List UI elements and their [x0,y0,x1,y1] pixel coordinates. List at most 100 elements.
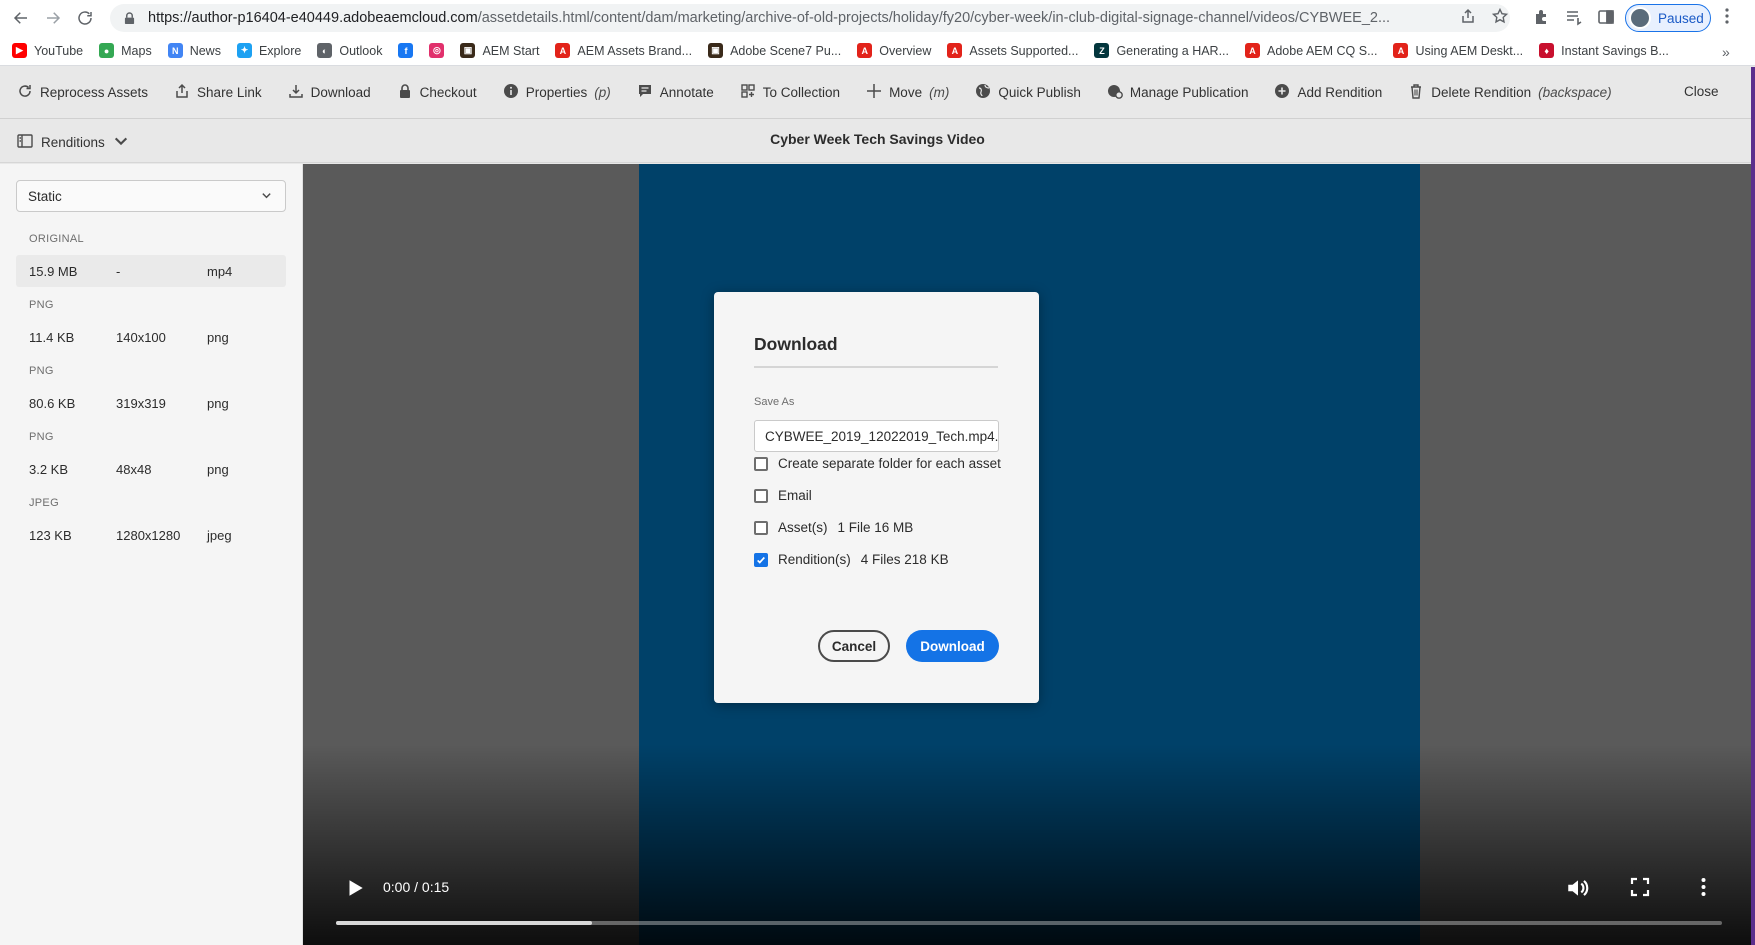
bookmark-item[interactable]: ◐ Outlook [317,43,382,58]
rendition-row[interactable]: 15.9 MB - mp4 [16,255,286,287]
rendition-row[interactable]: 80.6 KB 319x319 png [16,387,286,419]
adobe-icon: A [1393,43,1409,58]
refresh-icon [17,83,33,102]
back-icon[interactable] [5,2,37,34]
rendition-row[interactable]: 11.4 KB 140x100 png [16,321,286,353]
reprocess-assets-action[interactable]: Reprocess Assets [17,83,148,102]
action-label: Add Rendition [1297,85,1383,100]
forward-icon[interactable] [37,2,69,34]
address-bar[interactable]: https://author-p16404-e40449.adobeaemclo… [110,4,1510,32]
bookmark-item[interactable]: A AEM Assets Brand... [555,43,692,58]
save-as-input[interactable]: CYBWEE_2019_12022019_Tech.mp4.... [754,420,999,452]
share-link-action[interactable]: Share Link [174,83,262,102]
check-icon [757,556,765,564]
download-option[interactable]: Email [754,488,812,503]
aem-icon: ▣ [708,43,724,58]
bookmarks-overflow-icon[interactable]: » [1722,44,1730,60]
rendition-group-label: PNG [29,365,54,377]
bookmark-label: Generating a HAR... [1116,43,1230,58]
action-bar: Reprocess Assets Share Link Download Checko… [0,67,1755,119]
rendition-row[interactable]: 123 KB 1280x1280 jpeg [16,519,286,551]
bookmark-item[interactable]: f [398,43,414,58]
checkbox[interactable] [754,456,768,471]
bookmark-item[interactable]: ▣ AEM Start [460,43,539,58]
to-collection-action[interactable]: To Collection [740,83,840,102]
option-label: Asset(s) [778,520,828,535]
bookmark-label: Outlook [339,43,383,58]
rendition-group-label: PNG [29,431,54,443]
twitter-icon: ✦ [236,43,252,58]
download-button[interactable]: Download [906,630,999,662]
annotate-action[interactable]: Annotate [637,83,714,102]
bookmark-label: Using AEM Deskt... [1415,43,1524,58]
action-label: Move [889,85,923,100]
bookmark-label: YouTube [34,43,84,58]
bookmark-item[interactable]: ▶ YouTube [12,43,83,58]
rendition-dims: 48x48 [116,461,152,477]
play-icon[interactable] [344,877,366,902]
reload-icon[interactable] [69,2,101,34]
bookmark-item[interactable]: ◎ [429,43,445,58]
add-rendition-action[interactable]: Add Rendition [1274,83,1382,102]
checkbox[interactable] [754,552,768,567]
bookmark-label: Maps [121,43,152,58]
move-action[interactable]: Move (m) [866,83,949,102]
bookmark-item[interactable]: A Using AEM Deskt... [1393,43,1523,58]
browser-menu-icon[interactable] [1725,8,1729,27]
action-label: To Collection [762,85,841,100]
cancel-button[interactable]: Cancel [818,630,890,662]
bookmark-item[interactable]: A Overview [857,43,931,58]
action-label: Properties [525,85,588,100]
download-action[interactable]: Download [288,83,371,102]
delete-rendition-action[interactable]: Delete Rendition (backspace) [1408,83,1612,102]
comment-icon [637,83,653,102]
rendition-size: 80.6 KB [29,395,76,411]
extensions-puzzle-icon[interactable] [1533,8,1551,29]
side-panel-icon[interactable] [1597,8,1615,29]
rendition-format: jpeg [207,527,232,543]
manage-publication-action[interactable]: Manage Publication [1107,83,1248,102]
download-option[interactable]: Rendition(s) 4 Files 218 KB [754,552,949,567]
info-icon [503,83,519,102]
checkbox[interactable] [754,520,768,535]
option-label: Create separate folder for each asset [778,456,1001,471]
option-meta: 4 Files 218 KB [860,552,949,567]
share-page-icon[interactable] [1460,8,1476,27]
bookmark-item[interactable]: ✦ Explore [236,43,301,58]
bookmark-star-icon[interactable] [1491,7,1509,27]
bookmark-item[interactable]: N News [167,43,221,58]
media-queue-icon[interactable] [1565,8,1583,29]
fullscreen-icon[interactable] [1630,877,1650,900]
bookmark-item[interactable]: A Assets Supported... [947,43,1078,58]
video-time: 0:00 / 0:15 [383,879,450,895]
video-progress-bar[interactable] [336,921,1722,925]
video-more-icon[interactable] [1701,877,1706,900]
download-dialog: Download Save As CYBWEE_2019_12022019_Te… [714,292,1039,703]
volume-icon[interactable] [1565,875,1591,904]
checkout-action[interactable]: Checkout [397,83,477,102]
bookmark-item[interactable]: Z Generating a HAR... [1094,43,1229,58]
bookmark-item[interactable]: ♦ Instant Savings B... [1539,43,1669,58]
properties-action[interactable]: Properties (p) [503,83,611,102]
bookmark-item[interactable]: A Adobe AEM CQ S... [1245,43,1377,58]
bookmark-item[interactable]: ▣ Adobe Scene7 Pu... [708,43,841,58]
shield-icon: ♦ [1539,43,1555,58]
download-option[interactable]: Create separate folder for each asset [754,456,1001,471]
action-label: Download [310,85,371,100]
rendition-row[interactable]: 3.2 KB 48x48 png [16,453,286,485]
close-button[interactable]: Close [1684,84,1719,99]
bookmark-item[interactable]: ● Maps [99,43,152,58]
checkbox[interactable] [754,488,768,503]
lock-icon [124,11,136,25]
rendition-type-select[interactable]: Static [16,180,286,212]
download-option[interactable]: Asset(s) 1 File 16 MB [754,520,913,535]
profile-button[interactable]: Paused [1625,4,1711,32]
video-progress-fill [336,921,593,925]
action-label: Share Link [197,85,262,100]
globe-gear-icon [1107,83,1123,102]
move-icon [866,83,882,102]
bookmark-label: Assets Supported... [969,43,1079,58]
action-label: Quick Publish [998,85,1081,100]
globe-icon [975,83,991,102]
quick-publish-action[interactable]: Quick Publish [975,83,1081,102]
